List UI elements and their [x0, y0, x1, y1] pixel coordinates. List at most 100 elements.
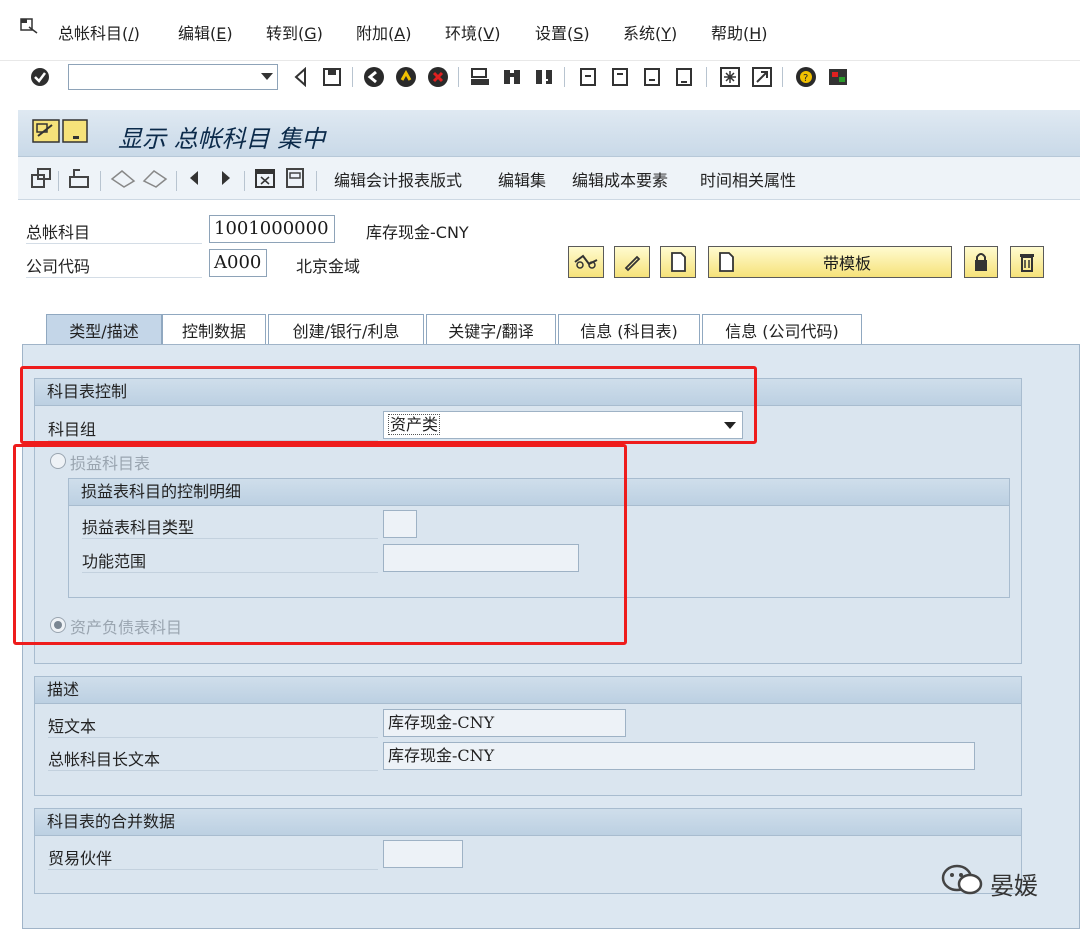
trading-partner-label: 贸易伙伴 [48, 845, 378, 870]
new-session-icon[interactable] [718, 65, 742, 89]
menu-key: G [304, 24, 317, 43]
last-page-icon[interactable] [672, 65, 696, 89]
menu-extras[interactable]: 附加(A) [356, 20, 411, 44]
toolbar-separator [458, 67, 459, 87]
menu-suffix: ) [494, 24, 501, 43]
description-title: 描述 [35, 677, 1021, 704]
highlight-box-pl-controls [13, 444, 627, 645]
with-template-button[interactable]: 带模板 [708, 246, 952, 278]
delete-button[interactable] [1010, 246, 1044, 278]
back-green-icon[interactable] [362, 65, 386, 89]
cancel-icon[interactable] [426, 65, 450, 89]
gl-account-desc: 库存现金-CNY [366, 223, 469, 242]
short-text-field[interactable]: 库存现金-CNY [383, 709, 626, 737]
menu-goto[interactable]: 转到(G) [266, 20, 323, 44]
gl-account-value: 1001000000 [214, 218, 329, 239]
menu-settings[interactable]: 设置(S) [535, 20, 590, 44]
menu-list-icon[interactable] [20, 18, 38, 38]
save-icon[interactable] [320, 65, 344, 89]
tab-info-company-code[interactable]: 信息 (公司代码) [702, 314, 862, 344]
first-page-icon[interactable] [576, 65, 600, 89]
glasses-icon [574, 254, 598, 269]
menu-key: E [216, 24, 227, 43]
tab-info-coa[interactable]: 信息 (科目表) [558, 314, 700, 344]
layout-icon[interactable] [826, 65, 850, 89]
consolidation-title: 科目表的合并数据 [35, 809, 1021, 836]
back-arrow-icon[interactable] [288, 65, 312, 89]
edit-cost-element-button[interactable]: 编辑成本要素 [572, 167, 668, 191]
menu-label: 设置( [535, 24, 574, 43]
menu-suffix: ) [133, 24, 140, 43]
menu-suffix: ) [761, 24, 768, 43]
create-button[interactable] [660, 246, 696, 278]
tab-create-bank-interest[interactable]: 创建/银行/利息 [268, 314, 424, 344]
enter-check-icon[interactable] [28, 65, 52, 89]
switch-edit-icon[interactable] [30, 167, 52, 193]
lock-icon [975, 253, 987, 271]
edit-fs-version-button[interactable]: 编辑会计报表版式 [334, 167, 462, 191]
prev-page-icon[interactable] [608, 65, 632, 89]
company-code-label: 公司代码 [26, 253, 202, 278]
other-account-icon[interactable] [68, 167, 92, 193]
screen-menu-icon[interactable] [32, 119, 90, 149]
gl-account-field[interactable]: 1001000000 [209, 215, 335, 243]
menu-label: 环境( [445, 24, 484, 43]
company-code-value: A000 [214, 252, 262, 273]
edit-button[interactable] [614, 246, 650, 278]
trash-icon [1020, 254, 1034, 272]
triangle-left-icon[interactable] [188, 170, 200, 190]
long-text-value: 库存现金-CNY [388, 746, 495, 765]
block-button[interactable] [964, 246, 998, 278]
menu-bar: 总帐科目(/) 编辑(E) 转到(G) 附加(A) 环境(V) 设置(S) 系统… [0, 0, 1080, 60]
exit-icon[interactable] [394, 65, 418, 89]
menu-help[interactable]: 帮助(H) [711, 20, 768, 44]
toolbar-separator [564, 67, 565, 87]
triangle-right-icon[interactable] [220, 170, 232, 190]
menu-key: S [573, 24, 584, 43]
time-dependent-attr-button[interactable]: 时间相关属性 [700, 167, 796, 191]
prev-account-icon[interactable] [110, 167, 136, 193]
menu-gl-account[interactable]: 总帐科目(/) [58, 20, 140, 44]
shortcut-icon[interactable] [750, 65, 774, 89]
calendar-icon[interactable] [254, 167, 276, 193]
short-text-value: 库存现金-CNY [388, 713, 495, 732]
find-icon[interactable] [500, 65, 524, 89]
toolbar-separator [706, 67, 707, 87]
find-next-icon[interactable] [532, 65, 556, 89]
menu-edit[interactable]: 编辑(E) [178, 20, 233, 44]
edit-set-button[interactable]: 编辑集 [498, 167, 546, 191]
menu-label: 帮助( [711, 24, 750, 43]
company-code-field[interactable]: A000 [209, 249, 267, 277]
next-page-icon[interactable] [640, 65, 664, 89]
tab-keyword-translation[interactable]: 关键字/翻译 [426, 314, 556, 344]
command-field[interactable] [68, 64, 278, 90]
print-icon[interactable] [468, 65, 492, 89]
menu-suffix: ) [405, 24, 412, 43]
toolbar-separator [316, 171, 317, 191]
next-account-icon[interactable] [142, 167, 168, 193]
title-bar: 显示 总帐科目 集中 [18, 110, 1080, 157]
menu-system[interactable]: 系统(Y) [623, 20, 677, 44]
menu-suffix: ) [316, 24, 323, 43]
menu-key: V [483, 24, 495, 43]
toolbar-separator [352, 67, 353, 87]
menu-environment[interactable]: 环境(V) [445, 20, 500, 44]
tab-control-data[interactable]: 控制数据 [162, 314, 266, 344]
tab-type-description[interactable]: 类型/描述 [46, 314, 162, 344]
menu-key: Y [661, 24, 672, 43]
watermark-text: 晏媛 [990, 872, 1038, 900]
with-template-label: 带模板 [823, 254, 872, 273]
menu-suffix: ) [226, 24, 233, 43]
display-change-button[interactable] [568, 246, 604, 278]
long-text-field[interactable]: 库存现金-CNY [383, 742, 975, 770]
long-text-label: 总帐科目长文本 [48, 746, 378, 771]
chevron-down-icon[interactable] [261, 73, 273, 80]
pencil-icon [624, 255, 641, 272]
help-icon[interactable]: ? [794, 65, 818, 89]
menu-key: H [749, 24, 762, 43]
trading-partner-field[interactable] [383, 840, 463, 868]
toolbar-separator [176, 171, 177, 191]
menu-key: A [394, 24, 406, 43]
document-icon[interactable] [284, 167, 306, 193]
toolbar-separator [244, 171, 245, 191]
